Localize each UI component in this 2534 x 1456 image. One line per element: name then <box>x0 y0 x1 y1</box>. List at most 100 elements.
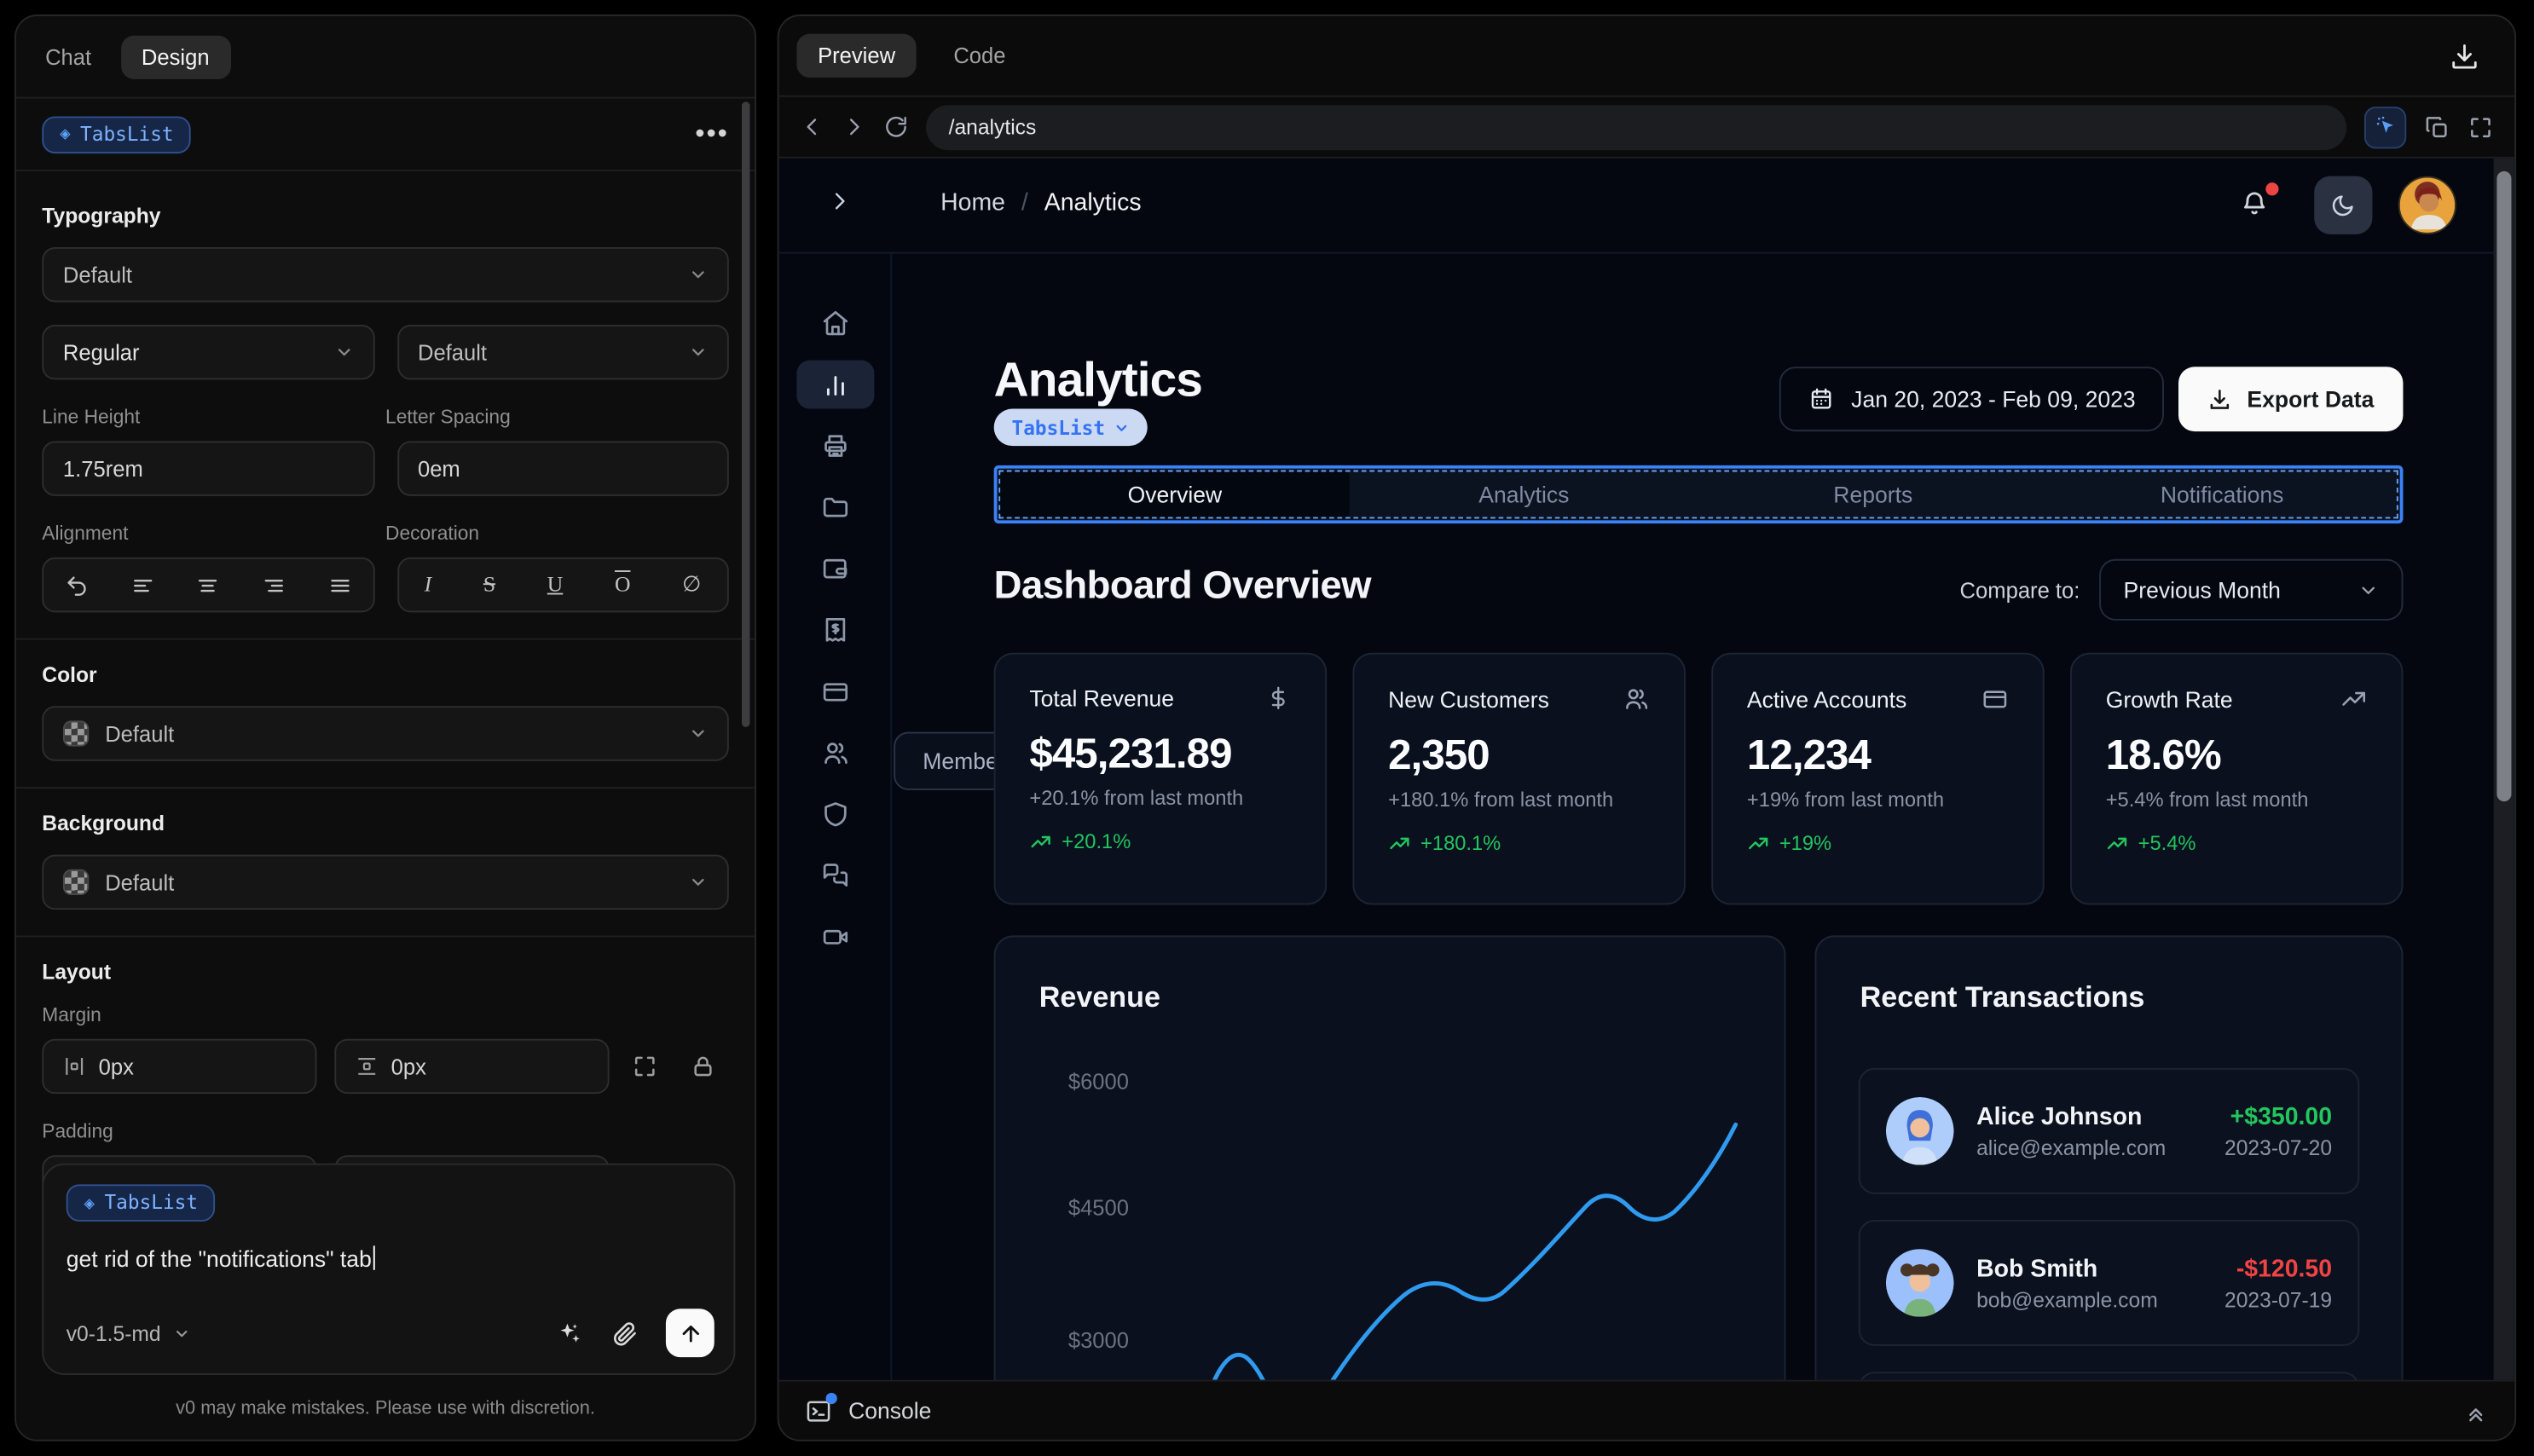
italic-icon[interactable]: I <box>425 572 432 598</box>
tab-preview[interactable]: Preview <box>796 33 917 78</box>
date-range-picker[interactable]: Jan 20, 2023 - Feb 09, 2023 <box>1778 367 2165 432</box>
sidebar-wallet-icon[interactable] <box>795 545 873 593</box>
page-title: Analytics <box>993 354 1203 407</box>
copy-icon[interactable] <box>2424 114 2450 140</box>
undo-icon[interactable] <box>65 573 89 597</box>
cursor-icon <box>2375 116 2392 133</box>
selection-label-chip[interactable]: TabsList <box>993 408 1148 447</box>
download-icon <box>2211 389 2230 408</box>
prompt-input[interactable]: get rid of the "notifications" tab <box>67 1245 711 1272</box>
sidebar-security-icon[interactable] <box>795 790 873 839</box>
composer-component-chip[interactable]: ◈ TabsList <box>66 1184 216 1222</box>
tab-analytics[interactable]: Analytics <box>1350 471 1698 517</box>
font-size-select[interactable]: Default <box>396 324 729 380</box>
preview-scrollbar-track[interactable] <box>2493 158 2515 1380</box>
theme-toggle-button[interactable] <box>2314 176 2373 234</box>
sparkles-icon[interactable] <box>556 1320 583 1347</box>
back-icon[interactable] <box>800 115 824 139</box>
section-divider <box>15 787 755 789</box>
margin-lock-icon[interactable] <box>690 1054 715 1079</box>
margin-x-input[interactable]: 0px <box>42 1038 317 1095</box>
url-bar[interactable]: /analytics <box>926 104 2347 150</box>
align-center-icon[interactable] <box>196 573 220 597</box>
typography-title: Typography <box>42 203 161 228</box>
tab-chat[interactable]: Chat <box>45 44 91 68</box>
tab-overview[interactable]: Overview <box>1000 471 1350 517</box>
overline-icon[interactable]: O <box>615 572 630 598</box>
compare-select[interactable]: Previous Month <box>2099 558 2404 621</box>
section-divider <box>15 638 755 640</box>
sidebar-folder-icon[interactable] <box>795 483 873 532</box>
sidebar-members-icon[interactable] <box>795 729 873 777</box>
trending-up-icon <box>2342 691 2366 706</box>
sidebar-video-icon[interactable] <box>795 913 873 962</box>
console-bar[interactable]: Console <box>778 1379 2515 1440</box>
font-weight-select[interactable]: Regular <box>42 324 374 380</box>
sidebar-expand-icon[interactable] <box>827 189 851 222</box>
transaction-row[interactable] <box>1858 1372 2360 1380</box>
underline-icon[interactable]: U <box>547 572 563 598</box>
notifications-bell-icon[interactable] <box>2240 182 2279 227</box>
typography-inspector: Typography Default Regular Default Line … <box>15 171 755 1210</box>
sidebar-analytics-icon[interactable] <box>795 360 874 409</box>
design-select-mode-button[interactable] <box>2363 106 2407 148</box>
tabslist-selection-outline: Overview Analytics Reports Notifications <box>993 465 2404 524</box>
strikethrough-icon[interactable]: S <box>483 572 495 598</box>
credit-card-icon <box>1983 690 2007 708</box>
paperclip-icon[interactable] <box>610 1320 638 1347</box>
transaction-row[interactable]: Bob Smith bob@example.com -$120.50 2023-… <box>1858 1220 2360 1346</box>
breadcrumb-home[interactable]: Home <box>940 189 1005 217</box>
breadcrumb-current: Analytics <box>1044 188 1142 217</box>
line-height-input[interactable]: 1.75rem <box>42 441 374 496</box>
tab-design[interactable]: Design <box>120 34 231 78</box>
avatar <box>1885 1249 1954 1317</box>
tab-notifications[interactable]: Notifications <box>2047 471 2396 517</box>
no-decoration-icon[interactable]: ∅ <box>682 572 701 598</box>
forward-icon[interactable] <box>842 115 866 139</box>
fullscreen-icon[interactable] <box>2467 114 2493 140</box>
margin-x-icon <box>66 1058 84 1075</box>
tab-reports[interactable]: Reports <box>1698 471 2047 517</box>
letter-spacing-input[interactable]: 0em <box>396 441 729 496</box>
dashboard-content: Analytics TabsList Jan 20, 2023 - Feb 09… <box>892 254 2514 1380</box>
align-justify-icon[interactable] <box>327 573 351 597</box>
color-select[interactable]: Default <box>42 706 729 761</box>
alignment-toolbar <box>42 557 374 613</box>
font-family-select[interactable]: Default <box>42 246 729 303</box>
sidebar-receipt-icon[interactable] <box>795 606 873 655</box>
sidebar-home-icon[interactable] <box>795 299 873 348</box>
align-right-icon[interactable] <box>262 573 286 597</box>
chevrons-up-icon[interactable] <box>2463 1398 2489 1424</box>
background-select[interactable]: Default <box>42 854 729 910</box>
export-data-button[interactable]: Export Data <box>2178 367 2404 432</box>
browser-toolbar: /analytics <box>778 97 2515 159</box>
avatar <box>1885 1096 1954 1165</box>
stat-card-active-accounts: Active Accounts 12,234 +19% from last mo… <box>1711 652 2045 905</box>
text-caret <box>373 1245 376 1270</box>
color-title: Color <box>42 662 97 687</box>
selected-component-chip[interactable]: ◈ TabsList <box>42 115 192 153</box>
margin-y-icon <box>358 1058 376 1075</box>
disclaimer-text: v0 may make mistakes. Please use with di… <box>176 1399 595 1419</box>
padding-label: Padding <box>42 1119 113 1143</box>
user-avatar[interactable] <box>2398 176 2457 234</box>
refresh-icon[interactable] <box>884 115 908 139</box>
console-label: Console <box>848 1397 932 1424</box>
sidebar-scrollbar[interactable] <box>741 101 750 727</box>
model-select[interactable]: v0-1.5-md <box>67 1320 190 1345</box>
sidebar-billing-icon[interactable] <box>795 667 873 716</box>
align-left-icon[interactable] <box>130 573 154 597</box>
preview-scrollbar-thumb[interactable] <box>2496 170 2512 802</box>
tab-code[interactable]: Code <box>953 43 1005 67</box>
transaction-row[interactable]: Alice Johnson alice@example.com +$350.00… <box>1858 1067 2360 1194</box>
more-menu-icon[interactable]: ••• <box>695 118 729 150</box>
margin-expand-icon[interactable] <box>632 1054 657 1079</box>
submit-button[interactable] <box>665 1309 714 1358</box>
sidebar-printer-icon[interactable] <box>795 422 873 471</box>
margin-y-input[interactable]: 0px <box>334 1038 610 1095</box>
download-icon[interactable] <box>2450 42 2479 79</box>
prompt-composer[interactable]: ◈ TabsList get rid of the "notifications… <box>42 1163 736 1375</box>
design-sidebar: Chat Design ◈ TabsList ••• Typography De… <box>14 14 757 1442</box>
chevron-down-icon <box>691 271 704 279</box>
sidebar-messages-icon[interactable] <box>795 852 873 900</box>
